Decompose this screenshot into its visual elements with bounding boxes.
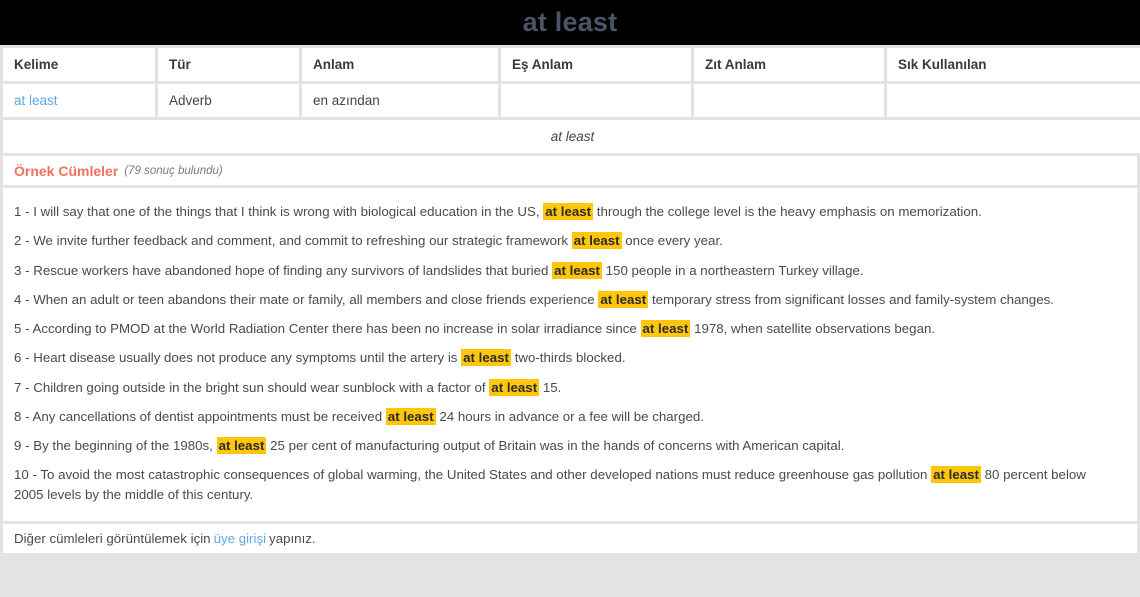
sentence-text-before: I will say that one of the things that I… xyxy=(33,204,540,219)
example-sentence: 6 - Heart disease usually does not produ… xyxy=(14,343,1114,372)
sentence-number: 2 - xyxy=(14,233,34,249)
sentence-number: 6 - xyxy=(14,350,34,366)
word-link[interactable]: at least xyxy=(14,93,58,108)
cell-tur: Adverb xyxy=(158,84,299,117)
example-sentence: 8 - Any cancellations of dentist appoint… xyxy=(14,402,1114,431)
sentence-number: 4 - xyxy=(14,291,34,307)
sentence-number: 8 - xyxy=(14,408,33,424)
sentence-number: 3 - xyxy=(14,262,34,278)
highlighted-term: at least xyxy=(552,261,602,279)
sentence-text-after: 25 per cent of manufacturing output of B… xyxy=(270,438,845,454)
table-header-row: Kelime Tür Anlam Eş Anlam Zıt Anlam Sık … xyxy=(3,48,1140,81)
highlighted-term: at least xyxy=(543,203,594,220)
column-header-anlam: Anlam xyxy=(302,48,498,81)
sentence-text-after: once every year. xyxy=(625,233,723,249)
sentence-text-before: We invite further feedback and comment, … xyxy=(33,233,569,249)
example-sentence: 4 - When an adult or teen abandons their… xyxy=(14,285,1114,314)
example-sentence: 5 - According to PMOD at the World Radia… xyxy=(14,314,1114,343)
word-definition-table: Kelime Tür Anlam Eş Anlam Zıt Anlam Sık … xyxy=(0,45,1140,156)
column-header-sik-kullanilan: Sık Kullanılan xyxy=(887,48,1140,81)
phrase-row-text: at least xyxy=(3,120,1140,153)
sentence-text-after: two-thirds blocked. xyxy=(514,350,626,366)
example-sentence: 1 - I will say that one of the things th… xyxy=(14,197,1114,226)
page-bottom-filler xyxy=(0,556,1140,565)
example-sentences-list: 1 - I will say that one of the things th… xyxy=(3,188,1137,521)
example-sentences-header: Örnek Cümleler (79 sonuç bulundu) xyxy=(3,156,1137,185)
sentence-text-after: 15. xyxy=(542,379,562,395)
title-banner: at least xyxy=(0,0,1140,45)
table-row: at least Adverb en azından xyxy=(3,84,1140,117)
example-sentence: 7 - Children going outside in the bright… xyxy=(14,373,1114,402)
sentence-number: 1 - xyxy=(14,204,34,219)
sentence-number: 9 - xyxy=(14,438,34,454)
highlighted-term: at least xyxy=(640,320,691,338)
sentence-text-after: 1978, when satellite observations began. xyxy=(694,321,936,337)
sentence-text-after: temporary stress from significant losses… xyxy=(651,291,1054,307)
login-note: Diğer cümleleri görüntülemek için üye gi… xyxy=(3,524,1137,553)
sentence-text-before: Any cancellations of dentist appointment… xyxy=(32,408,383,424)
highlighted-term: at least xyxy=(385,407,436,425)
cell-anlam: en azından xyxy=(302,84,498,117)
cell-kelime: at least xyxy=(3,84,155,117)
sentence-text-before: When an adult or teen abandons their mat… xyxy=(33,291,595,307)
example-sentence: 2 - We invite further feedback and comme… xyxy=(14,226,1114,255)
sentence-text-before: Rescue workers have abandoned hope of fi… xyxy=(33,262,549,278)
highlighted-term: at least xyxy=(489,378,540,396)
sentence-text-before: Children going outside in the bright sun… xyxy=(33,379,486,395)
example-sentence: 10 - To avoid the most catastrophic cons… xyxy=(14,460,1114,509)
sentence-text-before: By the beginning of the 1980s, xyxy=(33,438,213,454)
cell-zit-anlam xyxy=(694,84,884,117)
example-sentences-title: Örnek Cümleler xyxy=(14,162,119,179)
page-title: at least xyxy=(522,7,618,37)
sentence-text-after: 24 hours in advance or a fee will be cha… xyxy=(439,408,704,424)
cell-es-anlam xyxy=(501,84,691,117)
sentence-text-after: through the college level is the heavy e… xyxy=(596,204,982,219)
column-header-zit-anlam: Zıt Anlam xyxy=(694,48,884,81)
sentence-text-before: According to PMOD at the World Radiation… xyxy=(32,321,637,337)
highlighted-term: at least xyxy=(216,437,267,455)
sentence-number: 7 - xyxy=(14,379,34,395)
member-login-link[interactable]: üye girişi xyxy=(214,531,266,546)
example-sentence: 9 - By the beginning of the 1980s, at le… xyxy=(14,431,1114,460)
page-root: at least Kelime Tür Anlam Eş Anlam Zıt A… xyxy=(0,0,1140,597)
highlighted-term: at least xyxy=(461,349,511,367)
sentence-number: 10 - xyxy=(14,467,41,483)
sentence-text-after: 150 people in a northeastern Turkey vill… xyxy=(605,262,864,278)
highlighted-term: at least xyxy=(598,290,649,308)
login-note-before: Diğer cümleleri görüntülemek için xyxy=(14,531,211,546)
highlighted-term: at least xyxy=(571,232,622,250)
cell-sik-kullanilan xyxy=(887,84,1140,117)
column-header-tur: Tür xyxy=(158,48,299,81)
column-header-es-anlam: Eş Anlam xyxy=(501,48,691,81)
example-sentences-count: (79 sonuç bulundu) xyxy=(124,164,223,177)
login-note-after: yapınız. xyxy=(269,531,316,546)
sentence-text-before: To avoid the most catastrophic consequen… xyxy=(40,467,928,483)
example-sentence: 3 - Rescue workers have abandoned hope o… xyxy=(14,256,1114,285)
highlighted-term: at least xyxy=(931,466,981,484)
column-header-kelime: Kelime xyxy=(3,48,155,81)
sentence-number: 5 - xyxy=(14,321,33,337)
sentence-text-before: Heart disease usually does not produce a… xyxy=(33,350,458,366)
phrase-row: at least xyxy=(3,120,1140,153)
